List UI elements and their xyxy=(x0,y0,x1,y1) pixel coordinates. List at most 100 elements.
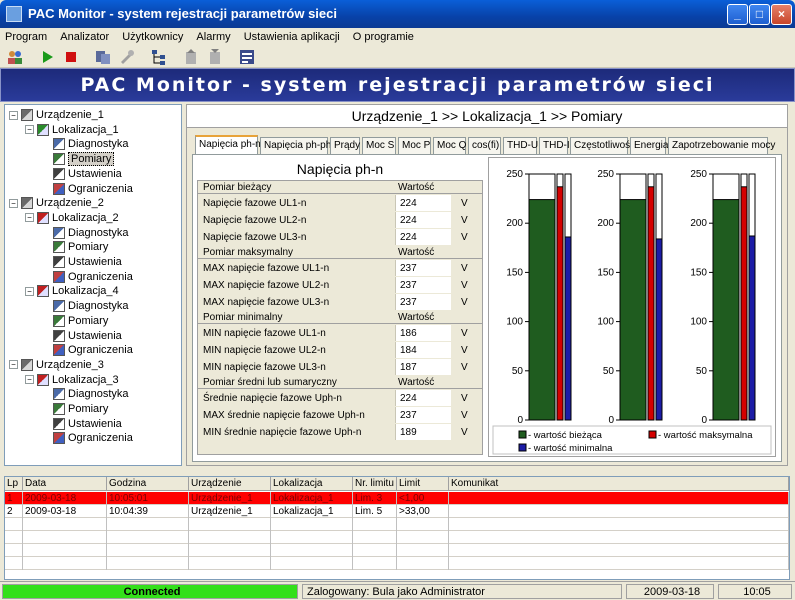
menu-alarmy[interactable]: Alarmy xyxy=(191,28,235,43)
tab-3[interactable]: Moc S xyxy=(362,137,396,154)
tree-item[interactable]: − Lokalizacja_4 xyxy=(25,284,119,298)
tab-8[interactable]: THD-I xyxy=(539,137,570,154)
value-column-header: Wartość xyxy=(398,182,435,193)
collapse-toggle-icon[interactable]: − xyxy=(25,375,34,385)
import-icon[interactable] xyxy=(206,48,224,66)
menu-analizator[interactable]: Analizator xyxy=(55,28,114,43)
tree-item[interactable]: Pomiary xyxy=(41,314,108,328)
log-row[interactable] xyxy=(5,518,789,531)
log-column-header[interactable]: Lp xyxy=(5,477,23,491)
tree-item[interactable]: − Urządzenie_2 xyxy=(9,196,104,210)
tree-item[interactable]: Ograniczenia xyxy=(41,182,133,196)
tree-item[interactable]: Pomiary xyxy=(41,402,108,416)
users-icon[interactable] xyxy=(6,48,24,66)
close-button[interactable]: × xyxy=(771,4,792,25)
tree-item[interactable]: − Lokalizacja_3 xyxy=(25,373,119,387)
collapse-toggle-icon[interactable]: − xyxy=(25,213,34,223)
collapse-toggle-icon[interactable]: − xyxy=(25,286,34,296)
maximize-button[interactable]: □ xyxy=(749,4,770,25)
tab-4[interactable]: Moc P xyxy=(398,137,431,154)
tree-item[interactable]: Diagnostyka xyxy=(41,299,129,313)
tab-7[interactable]: THD-U xyxy=(503,137,538,154)
export-icon[interactable] xyxy=(182,48,200,66)
log-row[interactable] xyxy=(5,544,789,557)
y-tick-label: 250 xyxy=(597,169,614,180)
value-column-header: Wartość xyxy=(398,377,435,388)
log-column-header[interactable]: Urządzenie xyxy=(189,477,271,491)
log-row[interactable] xyxy=(5,531,789,544)
report-icon[interactable] xyxy=(238,48,256,66)
log-row[interactable]: 2 2009-03-18 10:04:39 Urządzenie_1 Lokalizac… xyxy=(5,505,789,518)
tree-item[interactable]: Ograniczenia xyxy=(41,270,133,284)
measurement-value: 224 xyxy=(395,212,451,228)
log-column-header[interactable]: Komunikat xyxy=(449,477,789,491)
measurement-value: 237 xyxy=(395,407,451,423)
tree-item[interactable]: Ustawienia xyxy=(41,167,122,181)
log-row[interactable]: 1 2009-03-18 10:05:01 Urządzenie_1 Lokalizac… xyxy=(5,492,789,505)
tree-item[interactable]: Ograniczenia xyxy=(41,343,133,357)
menu-ustawienia-aplikacji[interactable]: Ustawienia aplikacji xyxy=(239,28,345,43)
log-column-header[interactable]: Data xyxy=(23,477,107,491)
tree-item-label: Ograniczenia xyxy=(68,182,133,195)
log-cell-limit: <1,00 xyxy=(397,492,449,505)
tree-item[interactable]: Ustawienia xyxy=(41,417,122,431)
log-cell-komunikat xyxy=(449,505,789,518)
tree-item[interactable]: Pomiary xyxy=(41,152,115,167)
measurement-value: 237 xyxy=(395,277,451,293)
tree-item[interactable]: Diagnostyka xyxy=(41,387,129,401)
tree-item[interactable]: − Lokalizacja_1 xyxy=(25,123,119,137)
log-cell-urzadzenie: Urządzenie_1 xyxy=(189,505,271,518)
menu-program[interactable]: Program xyxy=(0,28,52,43)
tab-11[interactable]: Zapotrzebowanie mocy xyxy=(668,137,775,154)
tree-item-label: Pomiary xyxy=(68,403,109,415)
menu-uzytkownicy[interactable]: Użytkownicy xyxy=(117,28,188,43)
tree-structure-icon[interactable] xyxy=(150,48,168,66)
tree-item[interactable]: − Urządzenie_3 xyxy=(9,358,104,372)
log-column-header[interactable]: Limit xyxy=(397,477,449,491)
tree-item-label: Ograniczenia xyxy=(68,432,133,445)
bar-max xyxy=(647,186,655,421)
tab-10[interactable]: Energia xyxy=(630,137,668,154)
log-column-header[interactable]: Nr. limitu xyxy=(353,477,397,491)
tab-6[interactable]: cos(fi) xyxy=(468,137,501,154)
legend-swatch xyxy=(518,443,527,452)
tab-2[interactable]: Prądy xyxy=(330,137,360,154)
collapse-toggle-icon[interactable]: − xyxy=(9,360,18,370)
tab-9[interactable]: Częstotliwość xyxy=(570,137,635,154)
log-cell-data xyxy=(23,518,107,531)
tab-0[interactable]: Napięcia ph-n xyxy=(195,135,261,155)
log-column-header[interactable]: Godzina xyxy=(107,477,189,491)
collapse-toggle-icon[interactable]: − xyxy=(9,198,18,208)
tree-item[interactable]: Ustawienia xyxy=(41,329,122,343)
stop-icon[interactable] xyxy=(62,48,80,66)
y-tick-label: 0 xyxy=(701,415,707,426)
y-tick-label: 150 xyxy=(506,267,523,278)
device-tree[interactable]: − Urządzenie_1− Lokalizacja_1 Diagnostyka Po… xyxy=(4,104,182,466)
log-column-header[interactable]: Lokalizacja xyxy=(271,477,353,491)
devices-icon[interactable] xyxy=(94,48,112,66)
alarm-log-table[interactable]: Lp Data Godzina Urządzenie Lokalizacja Nr. li… xyxy=(4,476,790,580)
collapse-toggle-icon[interactable]: − xyxy=(9,110,18,120)
tree-item-label: Ograniczenia xyxy=(68,270,133,283)
tree-item[interactable]: − Urządzenie_1 xyxy=(9,108,104,122)
log-row[interactable] xyxy=(5,557,789,570)
play-icon[interactable] xyxy=(38,48,56,66)
grid-row: MAX napięcie fazowe UL1-n 237 V xyxy=(198,260,482,277)
log-cell-godzina: 10:04:39 xyxy=(107,505,189,518)
grid-row: Napięcie fazowe UL1-n 224 V xyxy=(198,195,482,212)
tree-item[interactable]: Diagnostyka xyxy=(41,137,129,151)
measurement-label: MIN średnie napięcie fazowe Uph-n xyxy=(203,427,362,438)
minimize-button[interactable]: _ xyxy=(727,4,748,25)
tree-item[interactable]: Pomiary xyxy=(41,240,108,254)
tree-item[interactable]: Ograniczenia xyxy=(41,431,133,445)
collapse-toggle-icon[interactable]: − xyxy=(25,125,34,135)
log-cell-lokalizacja: Lokalizacja_1 xyxy=(271,505,353,518)
tree-item[interactable]: Ustawienia xyxy=(41,255,122,269)
tree-item[interactable]: − Lokalizacja_2 xyxy=(25,211,119,225)
menu-o-programie[interactable]: O programie xyxy=(348,28,419,43)
tab-5[interactable]: Moc Q xyxy=(433,137,466,154)
tree-item[interactable]: Diagnostyka xyxy=(41,226,129,240)
tab-1[interactable]: Napięcia ph-ph xyxy=(260,137,331,154)
measurement-unit: V xyxy=(461,198,468,209)
tools-icon[interactable] xyxy=(118,48,136,66)
